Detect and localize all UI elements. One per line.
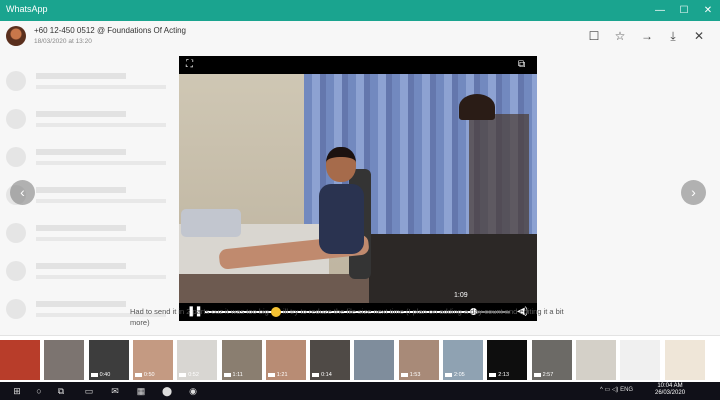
thumbnail-duration: 1:53 <box>400 372 420 378</box>
media-thumbnail[interactable]: 1:11 <box>221 340 262 380</box>
grinning-sweat-emoji-icon <box>270 307 281 318</box>
media-thumbnail[interactable]: 2:05 <box>443 340 483 380</box>
thumbnail-duration: 0:52 <box>179 372 199 378</box>
video-camera-icon <box>533 372 541 377</box>
video-time: 1:09 <box>454 292 468 299</box>
file-explorer-icon[interactable]: ▭ <box>80 384 98 398</box>
video-camera-icon <box>400 372 408 377</box>
video-camera-icon <box>267 372 275 377</box>
video-camera-icon <box>312 372 320 377</box>
previous-media-button[interactable]: ‹ <box>10 180 35 205</box>
media-thumbnail[interactable] <box>620 340 661 380</box>
thumbnail-duration: 1:11 <box>223 372 243 378</box>
window-title: WhatsApp <box>6 4 48 14</box>
thumbnail-duration: 2:05 <box>445 372 465 378</box>
thumbnail-duration: 0:40 <box>90 372 110 378</box>
thumbnail-duration: 0:50 <box>134 372 155 378</box>
video-player[interactable]: ⛶ ⧉ 1:09 ❚❚ ◀) <box>179 56 537 321</box>
media-caption: Had to send it in 2 parts cuz it was too… <box>130 306 580 328</box>
media-thumbnail[interactable]: 0:52 <box>177 340 218 380</box>
avatar[interactable] <box>6 26 26 46</box>
video-camera-icon <box>489 372 497 377</box>
pdf-reader-icon[interactable]: ▦ <box>132 384 150 398</box>
comment-icon[interactable]: ☐ <box>585 27 603 45</box>
media-thumbnail[interactable] <box>354 340 395 380</box>
media-thumbnail[interactable]: 0:50 <box>132 340 173 380</box>
video-camera-icon <box>179 372 187 377</box>
media-thumbnail[interactable] <box>44 340 85 380</box>
outlook-icon[interactable]: ✉ <box>106 384 124 398</box>
viewer-header: +60 12-450 0512 @ Foundations Of Acting … <box>0 21 720 53</box>
thumbnail-duration: 1:21 <box>267 372 288 378</box>
start-icon[interactable]: ⊞ <box>8 384 26 398</box>
thumbnail-duration: 0:14 <box>312 372 332 378</box>
system-tray[interactable]: ^ ▭ ◁) ENG <box>600 386 633 393</box>
video-frame <box>179 74 537 303</box>
next-media-button[interactable]: › <box>681 180 706 205</box>
thumbnail-duration: 2:13 <box>489 372 509 378</box>
video-camera-icon <box>223 372 231 377</box>
video-camera-icon <box>445 372 452 377</box>
media-thumbnail[interactable]: 0:40 <box>88 340 129 380</box>
close-icon[interactable]: ✕ <box>690 27 708 45</box>
task-view-icon[interactable]: ⧉ <box>52 384 70 398</box>
video-camera-icon <box>134 372 142 377</box>
clock-time: 10:04 AM <box>657 383 683 389</box>
search-icon[interactable]: ○ <box>30 384 48 398</box>
media-thumbnail[interactable]: 2:13 <box>487 340 528 380</box>
media-thumbnail[interactable]: 1:53 <box>398 340 439 380</box>
taskbar-clock[interactable]: 10:04 AM 26/03/2020 <box>655 383 685 397</box>
media-thumbnail[interactable]: 2:57 <box>531 340 572 380</box>
media-thumbnail-strip: 0:40 0:50 0:52 1:11 1:21 0:14 1:53 2:05 2:13 2:57 <box>0 335 720 382</box>
video-top-bar: ⛶ ⧉ <box>179 56 537 74</box>
message-datetime: 18/03/2020 at 13:20 <box>34 38 92 45</box>
window-titlebar: WhatsApp — ☐ ✕ <box>0 0 720 21</box>
caption-text-start: Had to send it in 2 parts cuz it was too… <box>130 307 269 316</box>
chrome-icon[interactable]: ◉ <box>184 384 202 398</box>
sender-name: +60 12-450 0512 @ Foundations Of Acting <box>34 26 187 35</box>
fullscreen-icon[interactable]: ⛶ <box>186 59 193 70</box>
download-icon[interactable]: ⤓ <box>664 27 682 45</box>
clock-date: 26/03/2020 <box>655 390 686 396</box>
media-thumbnail[interactable]: 0:14 <box>310 340 351 380</box>
media-thumbnail[interactable]: 1:21 <box>265 340 306 380</box>
media-thumbnail[interactable] <box>664 340 705 380</box>
media-thumbnail[interactable] <box>0 340 40 380</box>
whatsapp-icon[interactable]: ⬤ <box>158 384 176 398</box>
window-close-button[interactable]: ✕ <box>693 0 720 21</box>
popout-icon[interactable]: ⧉ <box>518 59 525 70</box>
media-thumbnail[interactable] <box>575 340 616 380</box>
windows-taskbar: ⊞ ○ ⧉ ▭ ✉ ▦ ⬤ ◉ ^ ▭ ◁) ENG 10:04 AM 26/0… <box>0 382 720 400</box>
forward-icon[interactable]: → <box>638 27 656 45</box>
thumbnail-duration: 2:57 <box>533 372 553 378</box>
media-viewer: +60 12-450 0512 @ Foundations Of Acting … <box>0 21 720 335</box>
star-icon[interactable]: ☆ <box>611 27 629 45</box>
video-camera-icon <box>90 372 98 377</box>
